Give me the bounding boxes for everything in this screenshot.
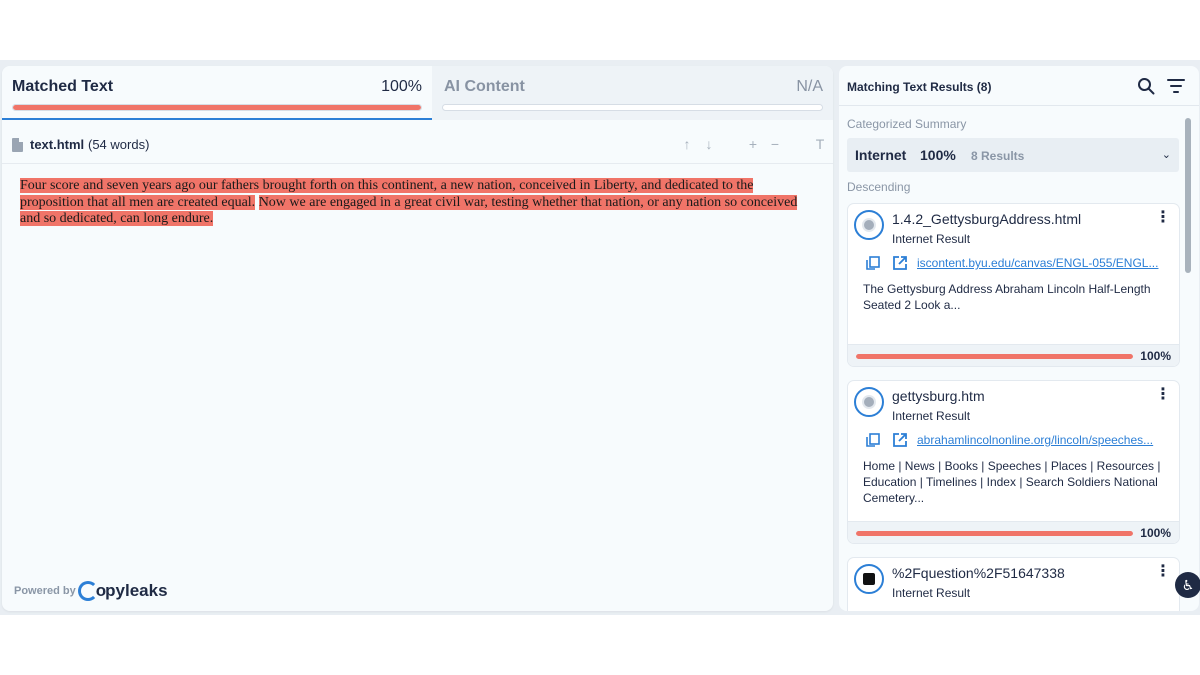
- result-snippet: The Gettysburg Address Abraham Lincoln H…: [863, 282, 1151, 312]
- app-root: Matched Text 100% AI Content N/A text.ht…: [0, 60, 1200, 615]
- result-title[interactable]: 1.4.2_GettysburgAddress.html: [892, 211, 1081, 227]
- result-card[interactable]: gettysburg.htm Internet Result ⋮ abraham…: [848, 381, 1179, 543]
- summary-percent: 100%: [920, 147, 956, 163]
- more-options-icon[interactable]: ⋮: [1155, 564, 1171, 580]
- result-url[interactable]: iscontent.byu.edu/canvas/ENGL-055/ENGL..…: [917, 256, 1158, 270]
- document-text: Four score and seven years ago our fathe…: [20, 178, 800, 228]
- result-title[interactable]: %2Fquestion%2F51647338: [892, 565, 1065, 581]
- tab-matched-text-percent: 100%: [381, 78, 422, 95]
- file-word-count: (54 words): [88, 137, 150, 152]
- tab-ai-content[interactable]: AI Content N/A: [432, 66, 833, 120]
- results-panel: Matching Text Results (8) Categorized Su…: [839, 66, 1199, 611]
- search-icon[interactable]: [1137, 77, 1155, 95]
- results-title: Matching Text Results (8): [847, 80, 992, 94]
- plus-icon[interactable]: +: [746, 136, 760, 152]
- tab-ai-content-label: AI Content: [444, 78, 525, 95]
- result-type: Internet Result: [892, 409, 971, 423]
- result-progress-track: [856, 531, 1133, 536]
- globe-icon: [854, 210, 884, 240]
- result-card[interactable]: 1.4.2_GettysburgAddress.html Internet Re…: [848, 204, 1179, 366]
- filter-icon[interactable]: [1167, 77, 1185, 95]
- tab-bar: Matched Text 100% AI Content N/A: [2, 66, 833, 120]
- matched-text-panel: Matched Text 100% AI Content N/A text.ht…: [2, 66, 833, 611]
- more-options-icon[interactable]: ⋮: [1155, 210, 1171, 226]
- result-percent: 100%: [1140, 526, 1171, 540]
- categorized-summary-label: Categorized Summary: [847, 117, 967, 131]
- scrollbar-thumb[interactable]: [1185, 118, 1191, 273]
- result-title[interactable]: gettysburg.htm: [892, 388, 985, 404]
- result-progress-fill: [856, 354, 1133, 359]
- tab-ai-content-value: N/A: [796, 78, 823, 95]
- result-match-bar: 100%: [848, 521, 1179, 543]
- arrow-up-icon[interactable]: ↑: [680, 136, 694, 152]
- external-link-icon[interactable]: [892, 255, 908, 271]
- file-info-row: text.html (54 words) ↑ ↓ + − T: [2, 128, 833, 164]
- summary-internet-row[interactable]: Internet 100% 8 Results ⌄: [847, 138, 1179, 172]
- sort-order-label[interactable]: Descending: [847, 180, 910, 194]
- matched-text-progress-fill: [13, 105, 421, 110]
- globe-icon: [854, 387, 884, 417]
- file-name: text.html: [30, 137, 85, 152]
- result-match-bar: 100%: [848, 344, 1179, 366]
- copyleaks-logo[interactable]: o pyleaks: [77, 581, 168, 601]
- ai-content-progress-track: [442, 104, 823, 111]
- powered-by-footer: Powered by o pyleaks: [14, 579, 168, 603]
- result-snippet: Home | News | Books | Speeches | Places …: [863, 459, 1161, 505]
- copy-icon[interactable]: [866, 433, 880, 447]
- summary-source: Internet: [855, 147, 907, 163]
- more-options-icon[interactable]: ⋮: [1155, 387, 1171, 403]
- copy-icon[interactable]: [866, 256, 880, 270]
- matched-text-progress-track: [12, 104, 422, 111]
- tab-matched-text-label: Matched Text: [12, 78, 114, 95]
- powered-by-label: Powered by: [14, 585, 76, 597]
- result-progress-track: [856, 354, 1133, 359]
- arrow-down-icon[interactable]: ↓: [702, 136, 716, 152]
- site-favicon-icon: [854, 564, 884, 594]
- results-scrollbar[interactable]: [1184, 118, 1192, 608]
- results-header: Matching Text Results (8): [839, 66, 1199, 106]
- external-link-icon[interactable]: [892, 432, 908, 448]
- summary-count: 8 Results: [971, 149, 1025, 163]
- result-progress-fill: [856, 531, 1133, 536]
- copyleaks-wordmark: pyleaks: [105, 581, 168, 600]
- accessibility-icon[interactable]: ♿: [1175, 572, 1200, 598]
- text-size-icon[interactable]: T: [813, 136, 827, 152]
- result-percent: 100%: [1140, 349, 1171, 363]
- chevron-down-icon: ⌄: [1161, 149, 1171, 161]
- result-url[interactable]: abrahamlincolnonline.org/lincoln/speeche…: [917, 433, 1153, 447]
- file-icon: [12, 138, 23, 152]
- copyleaks-c-icon: [77, 581, 98, 601]
- minus-icon[interactable]: −: [768, 136, 782, 152]
- tab-matched-text[interactable]: Matched Text 100%: [2, 66, 432, 120]
- result-type: Internet Result: [892, 232, 971, 246]
- result-type: Internet Result: [892, 586, 971, 600]
- result-card[interactable]: %2Fquestion%2F51647338 Internet Result ⋮: [848, 558, 1179, 611]
